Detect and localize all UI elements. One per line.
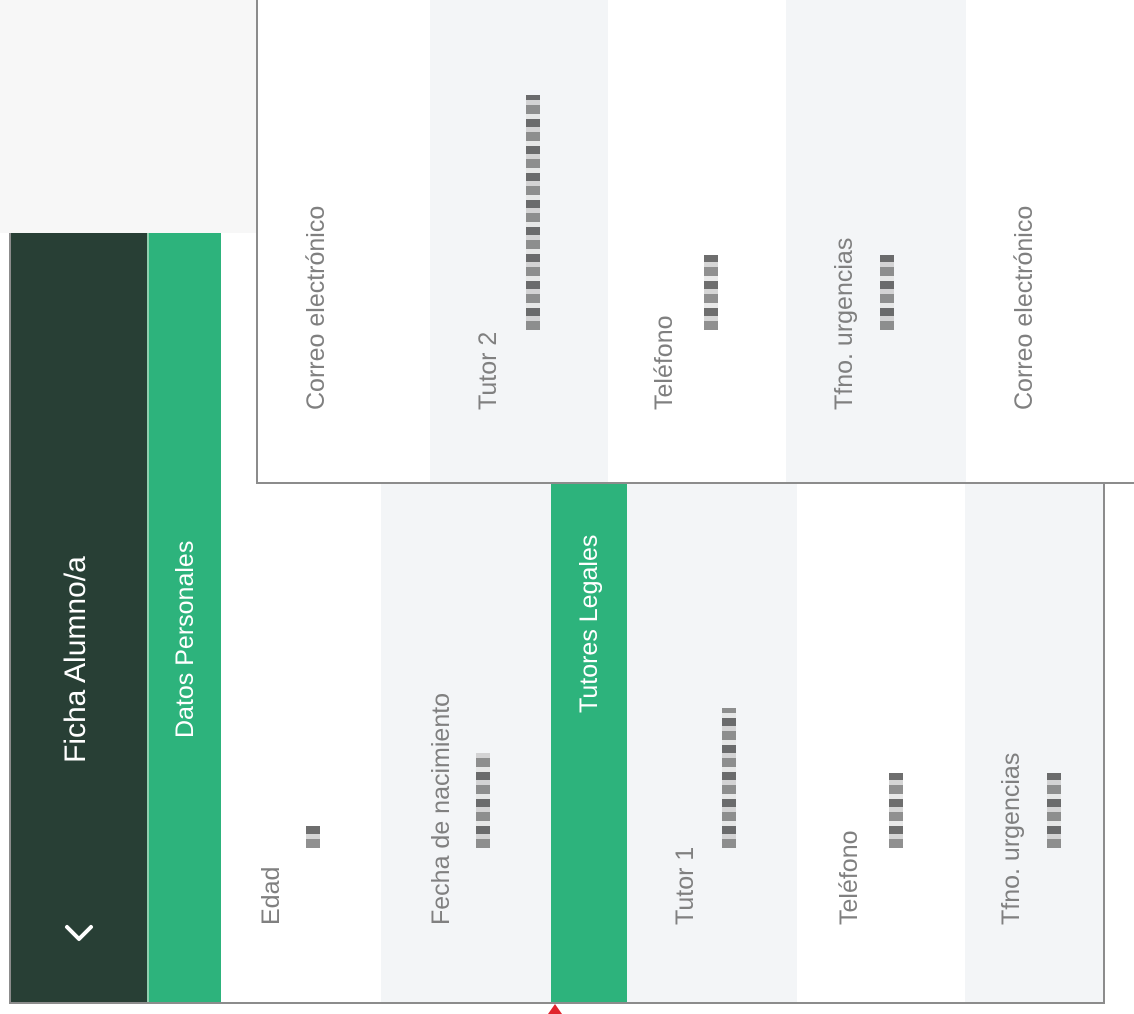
label-tutor1: Tutor 1: [671, 846, 699, 925]
student-card-continuation: Correo electrónico Tutor 2 Teléfono Tfno…: [256, 0, 1134, 484]
field-correo1: Correo electrónico: [258, 0, 430, 482]
label-correo1: Correo electrónico: [302, 205, 330, 410]
field-correo2: Correo electrónico: [966, 0, 1134, 482]
card-title: Ficha Alumno/a: [59, 556, 92, 763]
field-telefono2: Teléfono: [608, 0, 786, 482]
background-area: [0, 0, 256, 233]
red-arrow-marker: [548, 1004, 562, 1014]
value-telefono2-redacted: [704, 255, 718, 330]
value-urgencias1-redacted: [1047, 773, 1061, 848]
label-edad: Edad: [257, 866, 285, 925]
value-fecha-nacimiento-redacted: [476, 753, 490, 848]
label-telefono2: Teléfono: [650, 315, 678, 410]
value-telefono1-redacted: [889, 773, 903, 848]
label-correo2: Correo electrónico: [1010, 205, 1038, 410]
label-telefono1: Teléfono: [835, 830, 863, 925]
section-title-tutores-legales: Tutores Legales: [575, 534, 603, 713]
label-urgencias1: Tfno. urgencias: [997, 752, 1025, 925]
value-urgencias2-redacted: [880, 255, 894, 330]
label-urgencias2: Tfno. urgencias: [830, 237, 858, 410]
value-edad-redacted: [306, 826, 320, 848]
chevron-down-icon[interactable]: [59, 913, 99, 953]
field-urgencias2: Tfno. urgencias: [786, 0, 966, 482]
label-fecha-nacimiento: Fecha de nacimiento: [427, 692, 455, 925]
field-tutor2: Tutor 2: [430, 0, 608, 482]
value-tutor1-redacted: [722, 708, 736, 848]
value-tutor2-redacted: [526, 95, 540, 330]
card-header[interactable]: Ficha Alumno/a: [11, 233, 147, 1002]
section-datos-personales[interactable]: Datos Personales: [149, 233, 221, 1002]
section-title-datos-personales: Datos Personales: [171, 540, 199, 738]
label-tutor2: Tutor 2: [474, 331, 502, 410]
